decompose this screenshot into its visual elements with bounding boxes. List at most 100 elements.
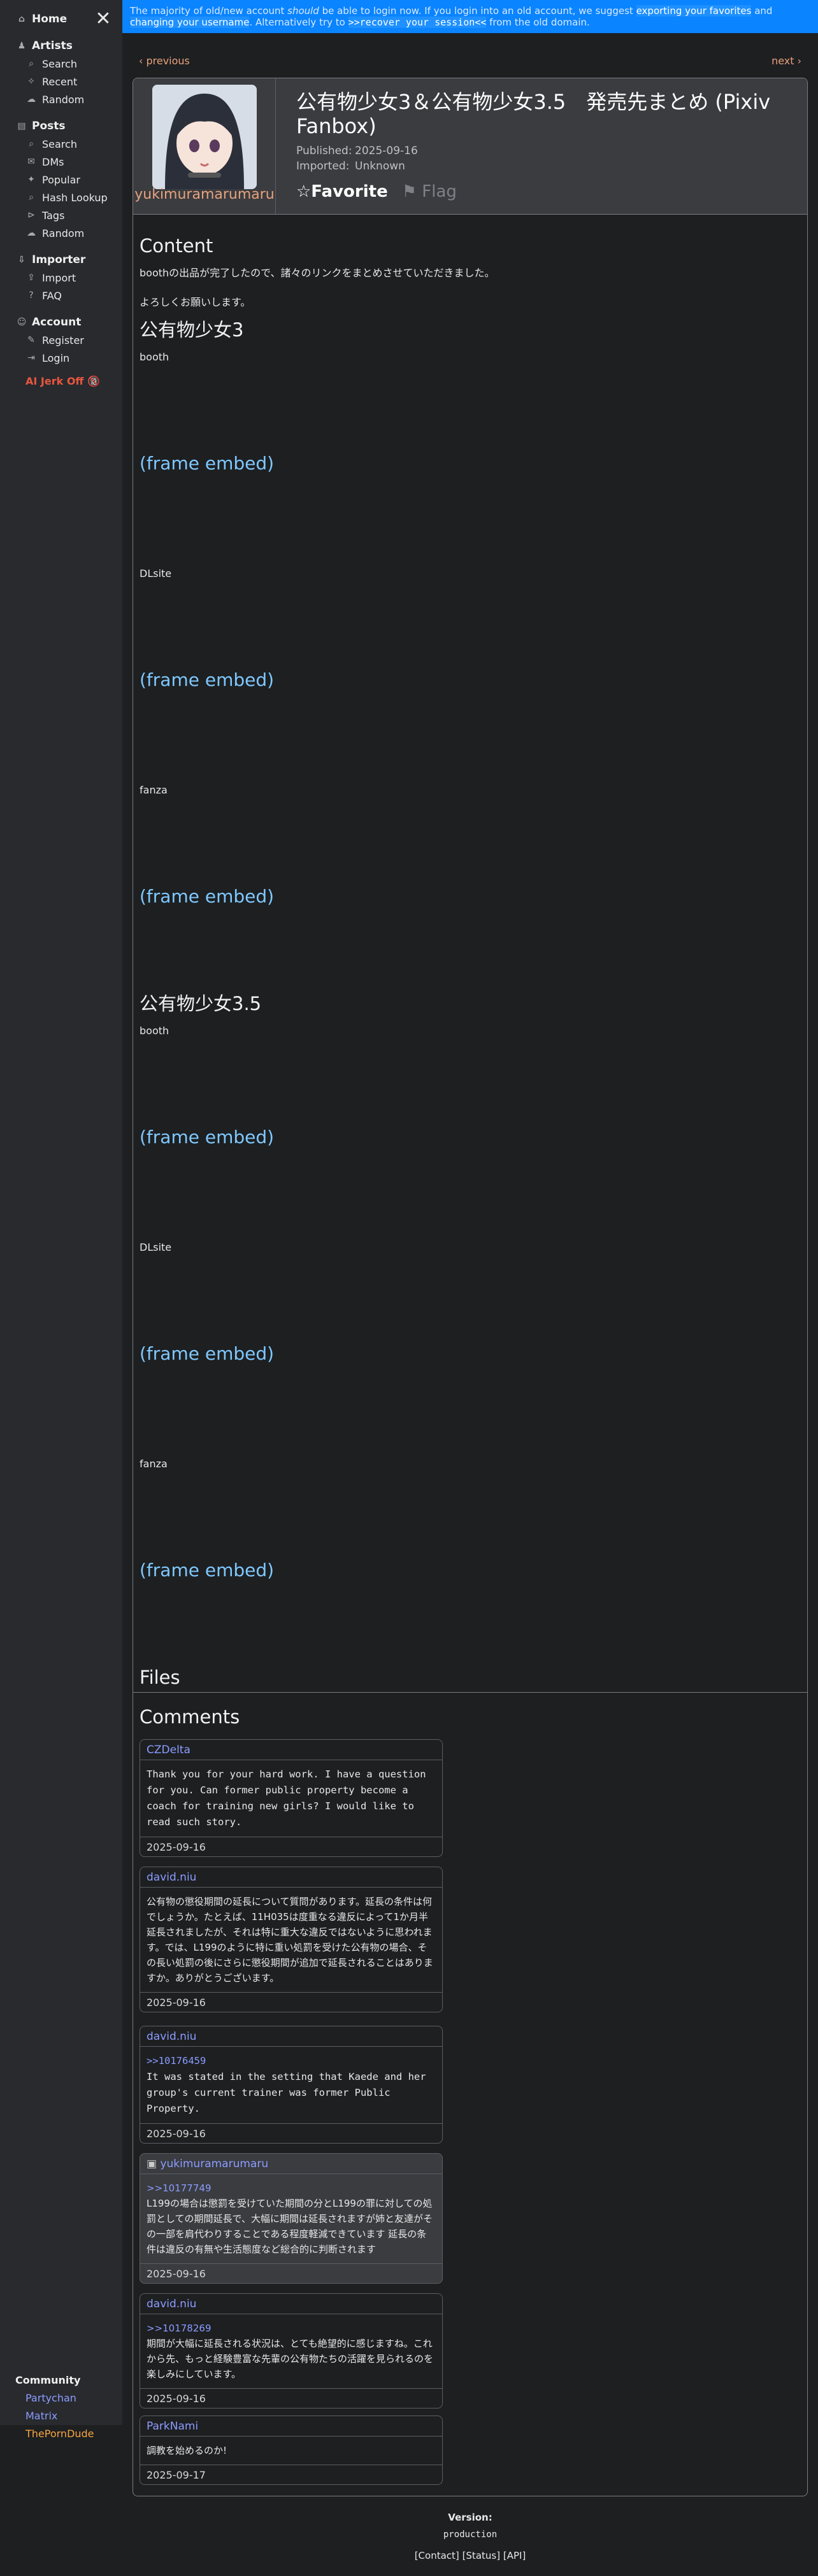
comment-body: Thank you for your hard work. I have a q… [140,1760,442,1837]
sidebar-posts: ▤ Posts [15,117,117,135]
faq-icon: ? [29,290,34,301]
artist-badge-icon: ▣ [147,2158,161,2170]
sidebar-item-posts-tags[interactable]: ⊳ Tags [15,206,117,224]
sidebar-item-ai-jerk-off[interactable]: AI Jerk Off 🔞 [15,371,117,391]
post-title-box: 公有物少女3＆公有物少女3.5 発売先まとめ (Pixiv Fanbox) Pu… [296,90,793,174]
search-icon: ⌕ [29,139,34,149]
files-heading: Files [140,1667,180,1688]
post-actions: ☆Favorite ⚑ Flag [296,179,457,204]
footer: Version: production [Contact] [Status] [… [122,2512,818,2561]
section-heading-2: 公有物少女3.5 [140,993,262,1014]
comment-author[interactable]: david.niu [140,2026,442,2047]
frame-embed[interactable]: (frame embed) [140,453,274,474]
frame-embed[interactable]: (frame embed) [140,886,274,907]
contact-link[interactable]: [Contact] [415,2550,459,2561]
frame-embed[interactable]: (frame embed) [140,1560,274,1581]
account-icon: ☺ [17,317,27,327]
reply-link[interactable]: >>10176459 [147,2053,436,2069]
sidebar-item-posts-hash-lookup[interactable]: ⌕ Hash Lookup [15,189,117,206]
previous-link[interactable]: ‹ previous [139,55,190,67]
post-header: yukimuramarumaru 公有物少女3＆公有物少女3.5 発売先まとめ … [133,78,807,215]
footer-links: [Contact] [Status] [API] [122,2550,818,2561]
comment-date: 2025-09-16 [147,1996,206,2009]
artists-icon: ♟ [17,41,26,51]
store-label-dlsite: DLsite [140,567,172,580]
status-link[interactable]: [Status] [463,2550,501,2561]
content-intro-2: よろしくお願いします。 [140,296,251,308]
comment-body: >>10178269 期間が大幅に延長される状況は、とても絶望的に感じますね。これ… [140,2314,442,2389]
comment: david.niu >>10178269 期間が大幅に延長される状況は、とても絶望… [140,2293,443,2409]
reply-link[interactable]: >>10177749 [147,2181,436,2196]
import-icon: ⇪ [27,273,35,283]
post-published: Published: 2025-09-16 [296,145,418,157]
post-title: 公有物少女3＆公有物少女3.5 発売先まとめ (Pixiv Fanbox) [296,90,771,138]
sidebar-item-faq[interactable]: ? FAQ [15,287,117,304]
announcement-banner: The majority of old/new account should b… [122,0,818,33]
importer-icon: ⇩ [18,255,25,265]
recover-session-link[interactable]: >>recover your session<< [348,17,487,28]
frame-embed[interactable]: (frame embed) [140,669,274,690]
frame-embed[interactable]: (frame embed) [140,1343,274,1364]
sidebar-item-posts-search[interactable]: ⌕ Search [15,135,117,153]
post-container: yukimuramarumaru 公有物少女3＆公有物少女3.5 発売先まとめ … [133,78,808,2496]
avatar[interactable] [152,85,257,189]
sidebar-item-posts-popular[interactable]: ✦ Popular [15,171,117,189]
store-label-booth: booth [140,1025,169,1037]
sidebar-item-posts-dms[interactable]: ✉ DMs [15,153,117,171]
home-icon: ⌂ [18,14,25,24]
change-username-link[interactable]: changing your username [130,17,250,28]
tag-icon: ⊳ [27,210,35,220]
post-imported: Imported: Unknown [296,160,405,173]
sidebar-account: ☺ Account [15,313,117,331]
store-label-fanza: fanza [140,1458,168,1470]
comment-author[interactable]: ▣ yukimuramarumaru [140,2154,442,2174]
sidebar-item-artists-random[interactable]: ☁ Random [15,90,117,108]
random-icon: ☁ [27,228,36,238]
comment: ParkNami 調教を始めるのか! 2025-09-17 [140,2416,443,2485]
comment-date: 2025-09-16 [147,2268,206,2280]
comment: david.niu 公有物の懲役期間の延長について質問があります。延長の条件は何… [140,1867,443,2012]
sidebar-item-posts-random[interactable]: ☁ Random [15,224,117,242]
artist-card[interactable]: yukimuramarumaru [133,78,276,214]
sidebar-item-import[interactable]: ⇪ Import [15,269,117,287]
reply-link[interactable]: >>10178269 [147,2321,436,2336]
frame-embed[interactable]: (frame embed) [140,1127,274,1148]
login-icon: ⇥ [27,353,35,363]
sidebar-home[interactable]: ⌂ Home [15,10,117,28]
comment-text: It was stated in the setting that Kaede … [147,2071,426,2114]
flag-button[interactable]: ⚑ Flag [402,182,457,201]
comment-author[interactable]: ParkNami [140,2416,442,2437]
comment-author[interactable]: CZDelta [140,1740,442,1760]
comment-body: 公有物の懲役期間の延長について質問があります。延長の条件は何でしょうか。たとえば… [140,1888,442,1993]
favorite-button[interactable]: ☆Favorite [296,182,388,201]
comment-author[interactable]: david.niu [140,2294,442,2314]
register-icon: ✎ [27,335,35,345]
next-link[interactable]: next › [771,55,801,67]
community-section: Community Partychan Matrix ThePornDude [15,2372,117,2443]
community-title: Community [15,2374,81,2386]
export-favorites-link[interactable]: exporting your favorites [636,5,752,17]
sidebar-menu: ⌂ Home ♟ Artists ⌕ Search ✧ Recent ☁ Random ▤… [15,10,117,391]
community-link-matrix[interactable]: Matrix [15,2407,117,2425]
comment: david.niu >>10176459 It was stated in the… [140,2026,443,2144]
store-label-fanza: fanza [140,784,168,796]
random-icon: ☁ [27,94,36,104]
sidebar-item-artists-search[interactable]: ⌕ Search [15,55,117,73]
comment-author[interactable]: david.niu [140,1867,442,1888]
store-label-dlsite: DLsite [140,1241,172,1253]
sidebar-item-artists-recent[interactable]: ✧ Recent [15,73,117,90]
version-mode: production [443,2530,498,2540]
version-label: Version: [448,2512,492,2523]
content-intro-1: boothの出品が完了したので、諸々のリンクをまとめさせていただきました。 [140,267,495,279]
sidebar-artists: ♟ Artists [15,37,117,55]
api-link[interactable]: [API] [503,2550,526,2561]
sidebar-item-login[interactable]: ⇥ Login [15,349,117,367]
community-link-partychan[interactable]: Partychan [15,2389,117,2407]
comment: CZDelta Thank you for your hard work. I … [140,1739,443,1857]
community-link-theporndude[interactable]: ThePornDude [15,2425,117,2443]
store-label-booth: booth [140,351,169,363]
comment-body: >>10177749 L199の場合は懲罰を受けていた期間の分とL199の罪に対し… [140,2174,442,2264]
comment-text: 期間が大幅に延長される状況は、とても絶望的に感じますね。これから先、もっと経験豊… [147,2338,434,2380]
sidebar-item-register[interactable]: ✎ Register [15,331,117,349]
artist-name[interactable]: yukimuramarumaru [133,187,276,203]
